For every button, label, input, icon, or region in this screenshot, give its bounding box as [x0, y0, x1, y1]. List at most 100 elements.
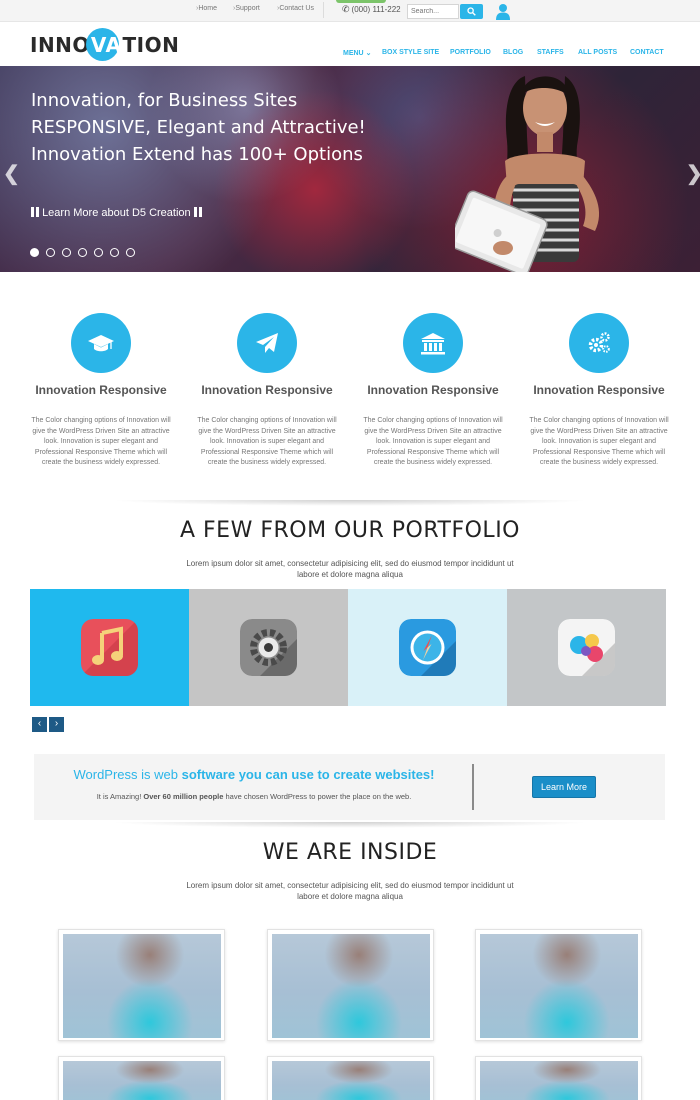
feature-title: Innovation Responsive	[533, 383, 665, 397]
section-divider	[110, 500, 590, 506]
nav-box-style-site[interactable]: BOX STYLE SITE	[382, 49, 439, 56]
feature-text: The Color changing options of Innovation…	[363, 417, 503, 466]
feature-card: Innovation Responsive The Color changing…	[358, 313, 508, 469]
chevron-down-icon: ⌄	[365, 50, 372, 57]
team-member-photo	[63, 1061, 221, 1100]
team-member-photo	[63, 934, 221, 1038]
callout-text-bold: Over 60 million people	[143, 792, 224, 801]
team-member-photo	[480, 1061, 638, 1100]
team-member-photo	[272, 1061, 430, 1100]
portfolio-item[interactable]	[507, 589, 666, 706]
team-subtitle: Lorem ipsum dolor sit amet, consectetur …	[186, 881, 514, 901]
wordpress-callout: WordPress is web software you can use to…	[34, 754, 665, 820]
graduation-cap-icon	[88, 335, 114, 352]
hero-woman-image	[455, 76, 600, 272]
team-title: WE ARE INSIDE	[262, 840, 438, 865]
slider-dot[interactable]	[30, 248, 39, 257]
nav-menu[interactable]: MENU ⌄	[343, 49, 371, 57]
slider-dots	[30, 248, 142, 257]
slider-dot[interactable]	[110, 248, 119, 257]
logo-text-end: TION	[122, 33, 180, 57]
top-link-home[interactable]: Home	[196, 5, 217, 12]
portfolio-prev-button[interactable]: ‹	[32, 717, 47, 732]
team-member-photo	[480, 934, 638, 1038]
callout-text-after: have chosen WordPress to power the place…	[223, 792, 412, 801]
compass-app-icon	[399, 619, 456, 676]
nav-blog[interactable]: BLOG	[503, 49, 523, 56]
team-member-card[interactable]	[267, 929, 434, 1041]
game-center-app-icon	[558, 619, 615, 676]
portfolio-subtitle: Lorem ipsum dolor sit amet, consectetur …	[186, 559, 514, 579]
feature-card: Innovation Responsive The Color changing…	[524, 313, 674, 469]
paper-plane-icon	[256, 333, 278, 353]
nav-all-posts[interactable]: ALL POSTS	[578, 49, 617, 56]
search-icon	[467, 7, 476, 16]
phone-icon: ✆	[342, 4, 350, 14]
section-divider	[110, 822, 590, 828]
portfolio-item[interactable]	[30, 589, 189, 706]
nav-menu-label: MENU	[343, 50, 364, 57]
top-link-contact[interactable]: Contact Us	[277, 5, 314, 12]
slider-prev-icon[interactable]: ❮	[3, 161, 20, 186]
slider-dot[interactable]	[126, 248, 135, 257]
feature-text: The Color changing options of Innovation…	[31, 417, 171, 466]
logo-highlight: VA	[85, 25, 123, 65]
callout-text: It is Amazing! Over 60 million people ha…	[34, 792, 474, 801]
team-member-card[interactable]	[267, 1056, 434, 1100]
portfolio-title: A FEW FROM OUR PORTFOLIO	[179, 518, 520, 543]
feature-title: Innovation Responsive	[35, 383, 167, 397]
search-input[interactable]	[407, 4, 459, 19]
feature-icon-circle[interactable]	[403, 313, 463, 373]
hero-cta-link[interactable]: Learn More about D5 Creation	[31, 207, 202, 219]
feature-icon-circle[interactable]	[71, 313, 131, 373]
slider-next-icon[interactable]: ❯	[686, 161, 700, 186]
portfolio-item[interactable]	[348, 589, 507, 706]
feature-card: Innovation Responsive The Color changing…	[192, 313, 342, 469]
hero-slider: Innovation, for Business Sites RESPONSIV…	[0, 66, 700, 272]
team-member-card[interactable]	[58, 1056, 225, 1100]
slider-dot[interactable]	[78, 248, 87, 257]
nav-staffs[interactable]: STAFFS	[537, 49, 564, 56]
pause-icon	[31, 207, 39, 217]
top-divider	[323, 2, 324, 18]
slider-dot[interactable]	[62, 248, 71, 257]
user-icon[interactable]	[495, 3, 511, 20]
nav-portfolio[interactable]: PORTFOLIO	[450, 49, 491, 56]
hero-line-1: Innovation, for Business Sites	[31, 90, 298, 111]
callout-headline-bold: software you can use to create websites!	[181, 767, 435, 782]
gears-icon	[588, 332, 610, 353]
callout-text-before: It is Amazing!	[96, 792, 144, 801]
slider-dot[interactable]	[94, 248, 103, 257]
top-link-support[interactable]: Support	[233, 5, 260, 12]
team-member-card[interactable]	[475, 1056, 642, 1100]
phone-number: ✆ (000) 111-222	[342, 4, 401, 15]
bank-icon	[421, 333, 445, 355]
site-logo[interactable]: INNOVATION	[30, 25, 179, 65]
callout-headline-plain: WordPress is web	[73, 767, 182, 782]
logo-text-start: INNO	[30, 33, 90, 57]
portfolio-item[interactable]	[189, 589, 348, 706]
slider-dot[interactable]	[46, 248, 55, 257]
feature-card: Innovation Responsive The Color changing…	[26, 313, 176, 469]
portfolio-next-button[interactable]: ›	[49, 717, 64, 732]
settings-app-icon	[240, 619, 297, 676]
feature-text: The Color changing options of Innovation…	[529, 417, 669, 466]
team-member-card[interactable]	[58, 929, 225, 1041]
feature-icon-circle[interactable]	[237, 313, 297, 373]
top-green-tab	[336, 0, 386, 3]
team-member-card[interactable]	[475, 929, 642, 1041]
hero-line-2: RESPONSIVE, Elegant and Attractive!	[31, 117, 366, 138]
top-bar: Home Support Contact Us ✆(000) 111-222	[0, 0, 700, 22]
pause-icon	[193, 207, 202, 217]
search-button[interactable]	[460, 4, 483, 19]
callout-divider	[472, 764, 474, 810]
feature-title: Innovation Responsive	[367, 383, 499, 397]
learn-more-button[interactable]: Learn More	[532, 776, 596, 798]
feature-text: The Color changing options of Innovation…	[197, 417, 337, 466]
music-app-icon	[81, 619, 138, 676]
nav-contact[interactable]: CONTACT	[630, 49, 664, 56]
feature-icon-circle[interactable]	[569, 313, 629, 373]
hero-line-3: Innovation Extend has 100+ Options	[31, 144, 363, 165]
hero-cta-label: Learn More about D5 Creation	[42, 207, 191, 219]
team-member-photo	[272, 934, 430, 1038]
